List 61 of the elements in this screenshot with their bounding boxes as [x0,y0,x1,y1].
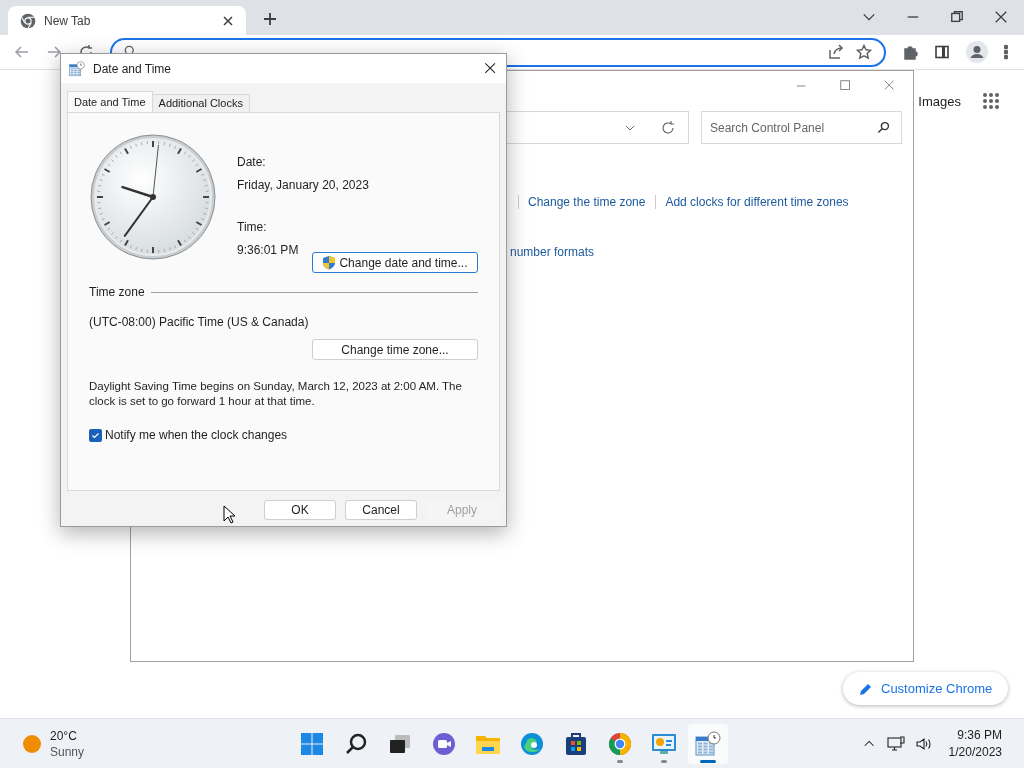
window-title: Date and Time [93,60,173,78]
notify-checkbox[interactable] [89,428,102,442]
calendar-clock-icon [69,60,85,77]
clock-date[interactable]: 1/20/2023 [948,743,1002,761]
date-label: Date: [237,154,267,171]
time-zone-value: (UTC-08:00) Pacific Time (US & Canada) [89,314,310,331]
star-icon[interactable] [856,44,872,60]
images-link[interactable]: Images [918,94,961,110]
close-icon[interactable] [484,61,498,76]
pencil-icon [859,681,873,696]
dialog-button[interactable]: Cancel [345,500,417,520]
control-panel-link[interactable]: number formats [510,243,595,261]
search-icon [877,121,890,134]
dialog-button[interactable]: OK [264,500,336,520]
change-time-zone-button[interactable]: Change time zone... [312,339,478,360]
control-panel-link[interactable]: Change the time zone [528,193,646,211]
search-field[interactable]: Search Control Panel [701,111,902,144]
dialog-tab[interactable]: Additional Clocks [152,94,250,112]
tab-title: New Tab [44,12,92,30]
edge-icon[interactable] [520,731,544,756]
time-label: Time: [237,219,268,236]
restore-icon[interactable] [950,10,964,24]
daylight-saving-note: Daylight Saving Time begins on Sunday, March 12, 2023 at 2:00 AM. The clock is set to go forward 1 hour at that time. [89,379,463,409]
date-value: Friday, January 20, 2023 [237,177,370,194]
close-icon[interactable] [222,14,234,27]
chrome-icon[interactable] [608,731,632,756]
side-panel-icon[interactable] [934,44,950,60]
forward-arrow-icon[interactable] [46,44,62,60]
dialog-tab[interactable]: Date and Time [67,91,153,112]
search-icon[interactable] [344,731,368,756]
change-date-time-button[interactable]: Change date and time... [312,252,478,273]
reload-icon[interactable] [660,119,676,136]
more-menu-icon[interactable] [1004,44,1008,60]
section-heading: Time zone [89,284,145,301]
temperature: 20°C [50,727,78,744]
shield-icon [322,255,337,270]
network-icon[interactable] [886,735,905,752]
weather-condition: Sunny [50,743,85,760]
mouse-cursor-icon [223,505,235,524]
clock-time[interactable]: 9:36 PM [957,726,1002,744]
checkbox-label: Notify me when the clock changes [105,427,288,444]
apps-grid-icon[interactable] [982,92,1000,110]
windows-icon[interactable] [300,731,324,756]
checkmark-icon [91,430,100,440]
maximize-icon[interactable] [839,79,853,93]
browser-tab[interactable]: New Tab [8,6,246,35]
close-icon[interactable] [994,10,1008,24]
time-value: 9:36:01 PM [237,242,300,259]
speaker-icon[interactable] [914,735,933,752]
store-icon[interactable] [564,731,588,756]
monitor-chart-icon[interactable] [651,731,677,756]
chrome-icon [20,12,36,29]
customize-chrome-button[interactable]: Customize Chrome [843,672,1008,705]
control-panel-link[interactable]: Add clocks for different time zones [665,193,849,211]
profile-icon[interactable] [966,41,988,63]
puzzle-icon[interactable] [902,44,918,60]
video-chat-icon[interactable] [432,731,456,756]
calendar-clock-icon[interactable] [695,730,721,757]
share-icon[interactable] [828,44,844,60]
back-arrow-icon[interactable] [14,44,30,60]
plus-icon[interactable] [262,11,278,27]
